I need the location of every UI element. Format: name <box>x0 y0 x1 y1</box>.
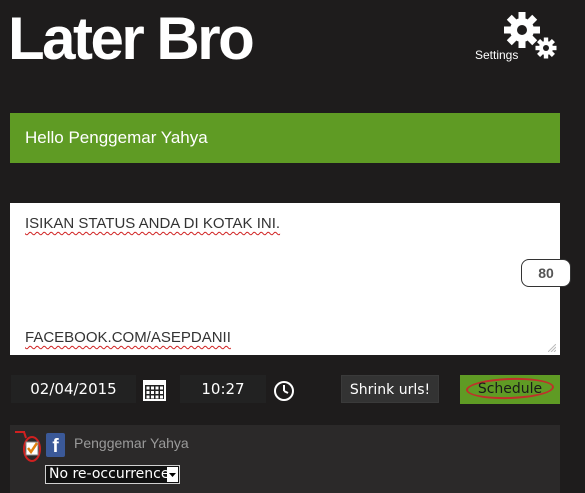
character-count-badge: 80 <box>521 259 571 287</box>
status-textarea[interactable]: ISIKAN STATUS ANDA DI KOTAK INI. FACEBOO… <box>10 203 560 355</box>
shrink-urls-button[interactable]: Shrink urls! <box>341 375 439 403</box>
facebook-icon: f <box>46 433 65 457</box>
greeting-banner: Hello Penggemar Yahya <box>10 113 560 163</box>
resize-grip-icon[interactable] <box>548 344 556 352</box>
clock-icon[interactable] <box>273 380 295 402</box>
recurrence-selected-value: No re-occurrence <box>49 466 170 482</box>
schedule-button-label: Schedule <box>477 381 543 397</box>
recurrence-select[interactable]: No re-occurrence <box>45 465 180 484</box>
date-field[interactable]: 02/04/2015 <box>11 375 136 403</box>
settings-label: Settings <box>475 48 519 62</box>
app-title: Later Bro <box>8 5 255 72</box>
time-field[interactable]: 10:27 <box>180 375 266 403</box>
account-checkbox-icon[interactable] <box>15 430 45 466</box>
settings-button[interactable]: Settings <box>468 10 568 66</box>
calendar-icon[interactable] <box>143 380 166 401</box>
status-text-line-2: FACEBOOK.COM/ASEPDANII <box>25 329 231 346</box>
status-text-line-1: ISIKAN STATUS ANDA DI KOTAK INI. <box>25 215 281 232</box>
account-name: Penggemar Yahya <box>74 435 189 451</box>
chevron-down-icon[interactable] <box>167 467 178 482</box>
schedule-button[interactable]: Schedule <box>460 375 560 404</box>
